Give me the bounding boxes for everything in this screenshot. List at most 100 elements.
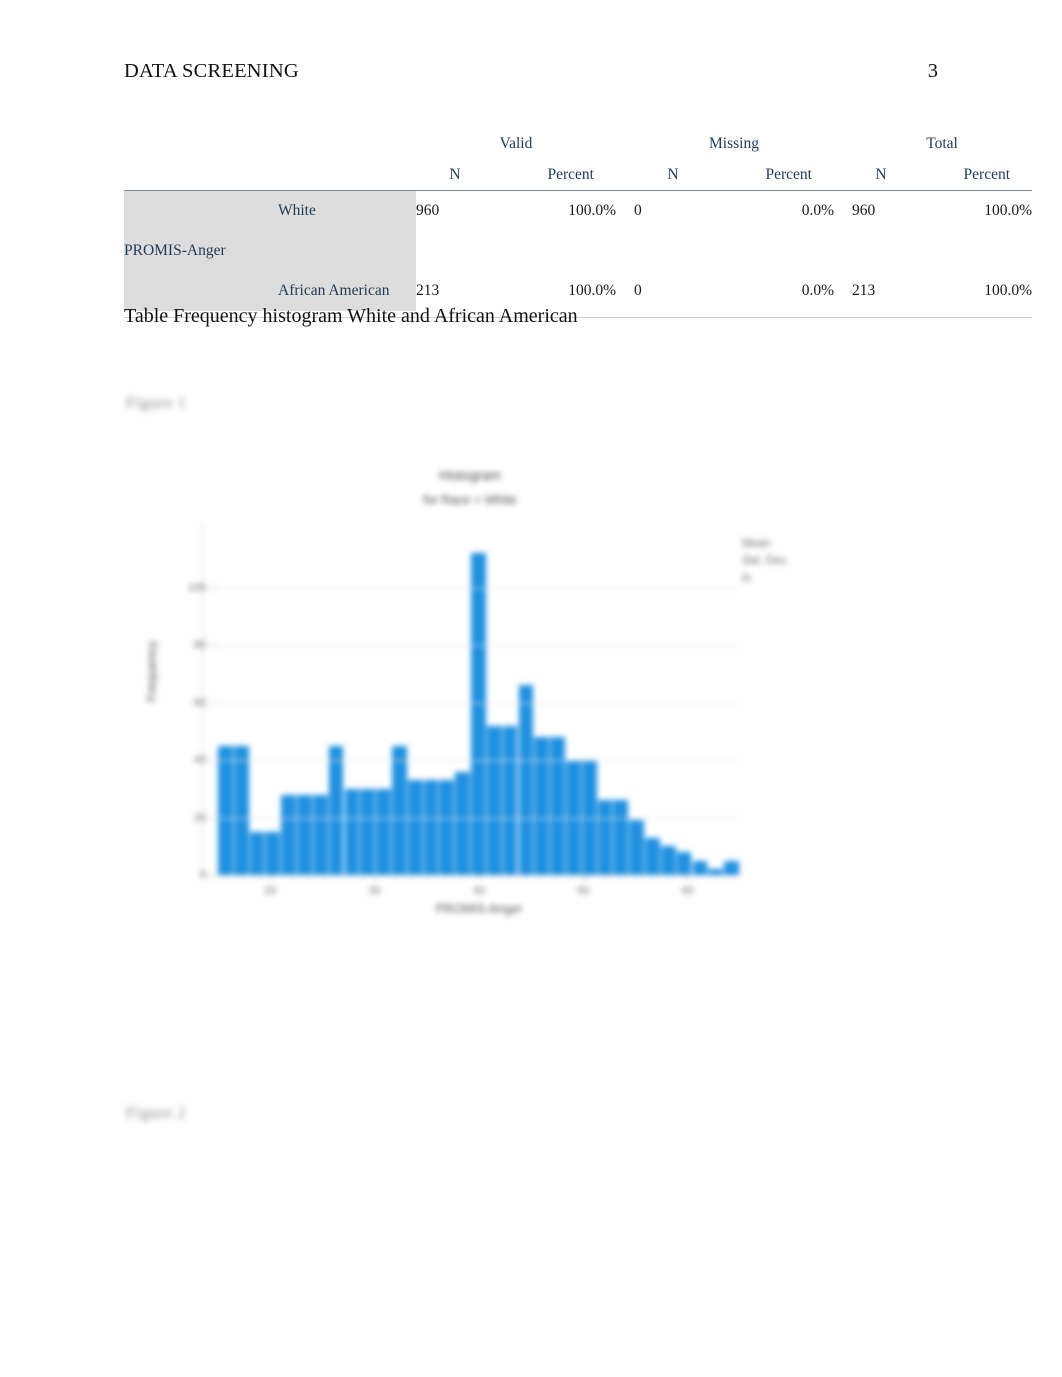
- chart-bar: [708, 869, 724, 875]
- chart-bar: [265, 831, 281, 875]
- chart-y-tick-mark: [210, 644, 216, 646]
- chart-bar: [518, 685, 534, 875]
- row-spacer-cells: [416, 231, 1032, 271]
- document-page: DATA SCREENING 3 Valid Missing Total N P…: [0, 0, 1062, 1377]
- cell-white-missing-percent: 0.0%: [801, 202, 834, 219]
- chart-bar: [328, 745, 344, 875]
- chart-x-tick-label: 60: [681, 885, 694, 897]
- chart-y-tick-mark: [210, 874, 216, 876]
- running-head-title: DATA SCREENING: [124, 60, 299, 82]
- sub-header-spacer-1: [616, 160, 634, 191]
- chart-gridline: [202, 760, 740, 761]
- chart-bar: [233, 745, 249, 875]
- chart-bar: [597, 800, 613, 875]
- table-sub-header-row: N Percent N Percent N Percent: [124, 160, 1033, 191]
- chart-bar: [455, 771, 470, 875]
- sub-header-valid-percent: Percent: [494, 160, 616, 191]
- chart-bar: [724, 860, 739, 875]
- chart-x-tick-mark: [583, 875, 585, 881]
- chart-bar: [297, 794, 312, 875]
- chart-y-tick-label: 40: [193, 754, 206, 766]
- cell-spacer-3: [616, 271, 634, 311]
- chart-bar: [376, 788, 391, 875]
- chart-x-tick-mark: [479, 875, 481, 881]
- sub-header-blank-2: [266, 160, 416, 191]
- chart-bar: [249, 831, 265, 875]
- sub-header-valid-n: N: [416, 160, 494, 191]
- chart-y-tick-label: 0: [199, 869, 206, 881]
- group-header-spacer-2: [834, 128, 852, 160]
- chart-bar: [550, 737, 565, 875]
- row-spacer-category: [266, 231, 416, 271]
- spss-table: Valid Missing Total N Percent N Percent …: [124, 128, 1033, 318]
- row-category-white: White: [266, 190, 416, 231]
- chart-bar: [407, 780, 423, 875]
- chart-bar: [660, 846, 676, 875]
- group-header-blank-2: [266, 128, 416, 160]
- chart-gridline: [202, 587, 740, 589]
- page-number: 3: [927, 60, 938, 82]
- chart-plot-area: 0 20 40 60 80 100 20 30 40 50 60: [188, 524, 740, 897]
- cell-aa-total-n: 213: [852, 282, 876, 299]
- chart-bar: [692, 860, 708, 875]
- chart-bar: [534, 737, 550, 875]
- stat-std-label: Std. Dev.: [742, 555, 789, 568]
- chart-bar: [629, 820, 644, 875]
- chart-y-tick-label: 80: [193, 639, 206, 651]
- chart-bar: [281, 794, 296, 875]
- chart-bar: [645, 837, 660, 875]
- histogram-chart: Histogram for Race = White Frequency 0 20…: [120, 440, 820, 940]
- cell-spacer-4: [834, 271, 852, 311]
- group-header-spacer-1: [616, 128, 634, 160]
- cell-white-total-n: 960: [852, 202, 876, 219]
- cell-white-total-percent: 100.0%: [984, 202, 1033, 219]
- chart-bar: [423, 780, 439, 875]
- sub-header-missing-percent: Percent: [712, 160, 834, 191]
- chart-x-tick-label: 40: [472, 885, 486, 897]
- cell-aa-missing-percent: 0.0%: [801, 282, 834, 299]
- chart-bar: [676, 852, 692, 875]
- chart-bar: [471, 553, 486, 875]
- sub-header-spacer-2: [834, 160, 852, 191]
- cell-aa-missing-n: 0: [634, 282, 642, 299]
- cell-spacer-2: [834, 191, 852, 232]
- chart-x-tick-mark: [374, 875, 376, 881]
- cell-white-missing-n: 0: [634, 202, 642, 219]
- chart-gridline: [202, 817, 740, 819]
- chart-x-tick-mark: [687, 875, 689, 881]
- chart-y-tick-mark: [210, 586, 216, 589]
- chart-y-tick-mark: [210, 701, 216, 704]
- chart-title-line1: Histogram: [439, 468, 501, 483]
- case-processing-table: Valid Missing Total N Percent N Percent …: [124, 128, 1033, 318]
- chart-gridline: [202, 645, 740, 646]
- figure-caption: Table Frequency histogram White and Afri…: [124, 305, 578, 327]
- figure-label-top: Figure 1: [126, 393, 187, 412]
- chart-bar: [218, 745, 233, 875]
- cell-white-valid-percent: 100.0%: [568, 202, 616, 219]
- running-head: DATA SCREENING 3: [124, 60, 938, 90]
- chart-y-tick-mark: [210, 759, 216, 761]
- chart-y-tick-label: 60: [193, 696, 206, 709]
- cell-aa-total-percent: 100.0%: [984, 282, 1033, 299]
- chart-x-tick-label: 30: [368, 885, 381, 897]
- chart-title-line2: for Race = White: [423, 492, 517, 507]
- sub-header-total-n: N: [852, 160, 910, 191]
- cell-white-valid-n: 960: [416, 202, 440, 219]
- chart-statistics-box: Mean Std. Dev. N: [742, 536, 788, 588]
- figure-label-bottom: Figure 2: [126, 1103, 187, 1122]
- chart-x-tick-mark: [270, 875, 272, 881]
- chart-x-tick-label: 20: [264, 885, 277, 897]
- group-header-total: Total: [926, 135, 958, 152]
- chart-y-tick-label: 100: [187, 581, 206, 594]
- chart-bar: [344, 788, 360, 875]
- chart-gridline: [202, 702, 740, 704]
- chart-title: Histogram for Race = White: [120, 464, 820, 512]
- chart-bar: [613, 800, 629, 875]
- stat-mean-label: Mean: [742, 538, 771, 550]
- table-row: PROMIS-Anger White 960 100.0% 0 0.0% 960…: [124, 190, 1033, 311]
- sub-header-missing-n: N: [634, 160, 712, 191]
- chart-y-tick-label: 20: [193, 811, 206, 824]
- chart-y-tick-mark: [210, 816, 216, 819]
- group-header-blank-1: [124, 128, 266, 160]
- table-group-header-row: Valid Missing Total: [124, 128, 1032, 160]
